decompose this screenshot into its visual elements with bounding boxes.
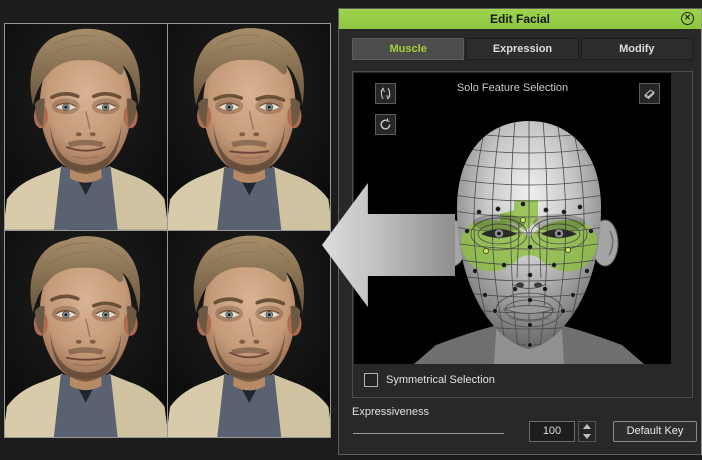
symmetrical-checkbox-label: Symmetrical Selection: [386, 374, 495, 386]
spinner-down-icon[interactable]: [579, 432, 595, 442]
tab-bar: Muscle Expression Modify: [352, 38, 693, 60]
eraser-icon: [642, 86, 657, 101]
expressiveness-label: Expressiveness: [352, 406, 429, 418]
tab-expression[interactable]: Expression: [466, 38, 578, 60]
spinner-up-icon[interactable]: [579, 422, 595, 432]
eraser-button[interactable]: [639, 83, 660, 104]
expressiveness-spinner: [578, 421, 596, 442]
panel-titlebar: Edit Facial ✕: [339, 9, 701, 29]
tab-modify[interactable]: Modify: [581, 38, 693, 60]
face-render: [5, 24, 167, 230]
reset-rotation-button[interactable]: [375, 114, 396, 135]
face-render: [168, 24, 331, 230]
face-preview-cell: [168, 231, 331, 438]
close-icon[interactable]: ✕: [681, 12, 694, 25]
orbit-rotate-icon: [378, 86, 393, 101]
reset-rotation-icon: [378, 117, 393, 132]
application-window: Edit Facial ✕ Muscle Expression Modify: [0, 0, 702, 460]
expressiveness-value-field[interactable]: 100: [529, 421, 575, 442]
default-key-button[interactable]: Default Key: [613, 421, 697, 442]
face-preview-cell: [5, 231, 168, 438]
expression-preview-grid: [4, 23, 331, 438]
face-preview-cell: [168, 24, 331, 231]
face-preview-cell: [5, 24, 168, 231]
tab-muscle[interactable]: Muscle: [352, 38, 464, 60]
face-render: [168, 231, 331, 438]
expressiveness-slider-track[interactable]: [353, 433, 504, 434]
symmetrical-checkbox[interactable]: [364, 373, 378, 387]
orbit-rotate-button[interactable]: [375, 83, 396, 104]
face-render: [5, 231, 167, 438]
panel-title: Edit Facial: [490, 12, 550, 26]
symmetrical-selection-row: Symmetrical Selection: [364, 373, 495, 387]
